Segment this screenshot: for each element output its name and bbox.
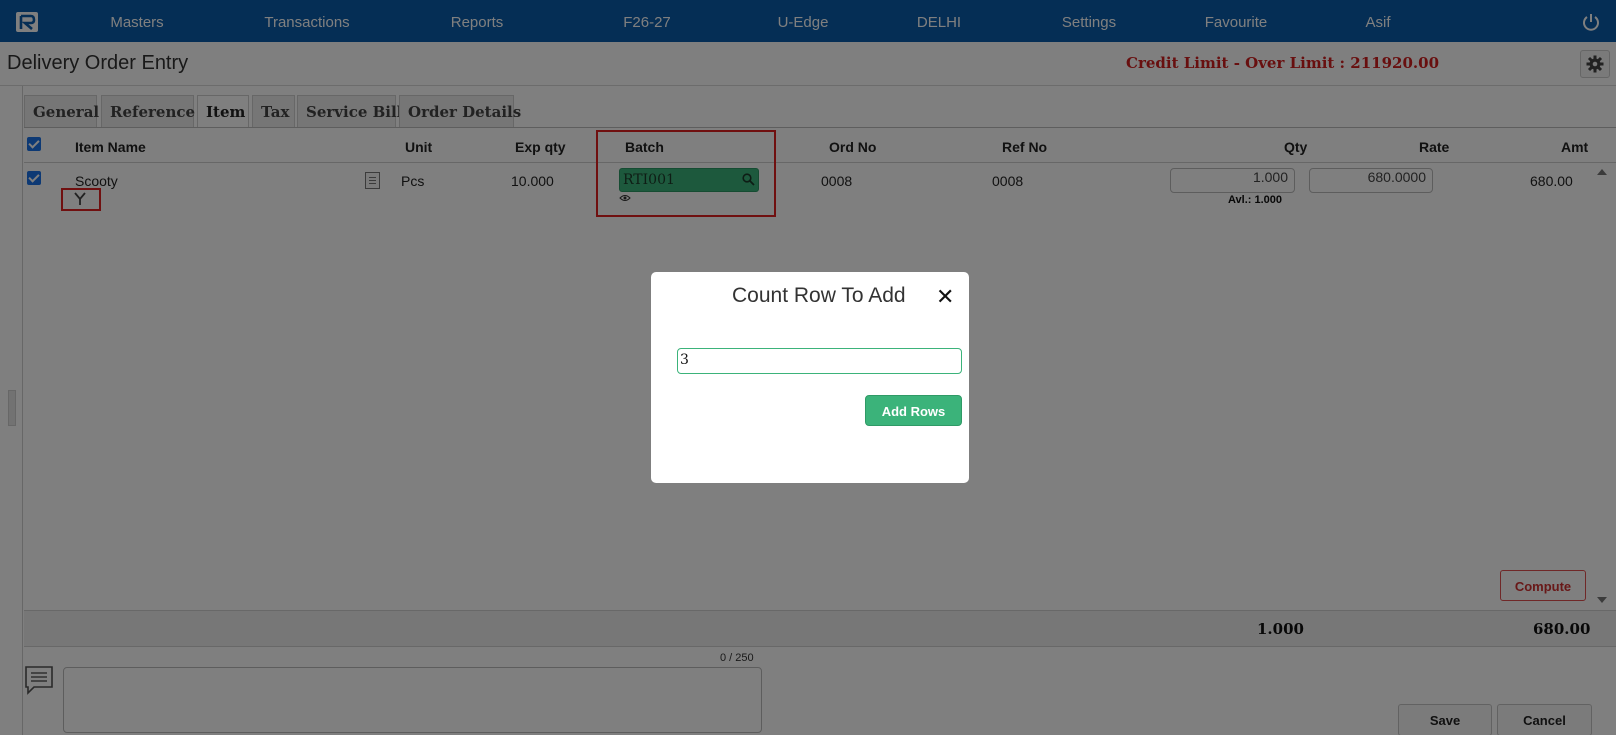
modal-title: Count Row To Add — [732, 284, 906, 307]
close-icon[interactable]: ✕ — [936, 286, 954, 308]
add-rows-button[interactable]: Add Rows — [865, 395, 962, 426]
row-count-input[interactable]: 3 — [677, 348, 962, 374]
count-row-modal: Count Row To Add ✕ 3 Add Rows — [651, 272, 969, 483]
